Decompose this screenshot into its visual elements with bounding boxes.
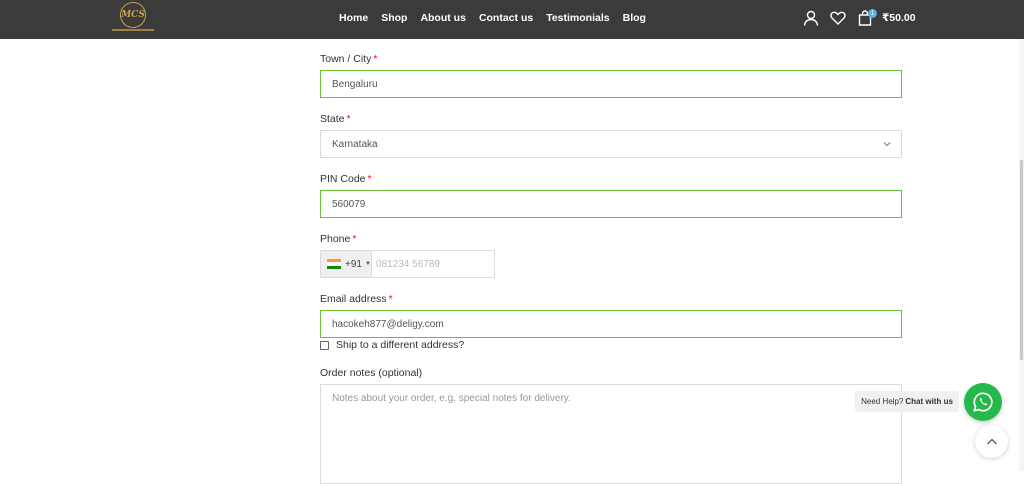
email-label-text: Email address [320, 293, 387, 305]
ship-different-row[interactable]: Ship to a different address? [320, 339, 464, 351]
caret-down-icon: ▼ [364, 261, 371, 267]
nav-contact[interactable]: Contact us [479, 12, 533, 24]
city-label: Town / City * [320, 53, 377, 65]
cart-total[interactable]: ₹50.00 [882, 12, 916, 24]
ship-different-label[interactable]: Ship to a different address? [336, 339, 464, 351]
heart-icon[interactable] [830, 10, 846, 26]
notes-label: Order notes (optional) [320, 367, 423, 379]
phone-label: Phone * [320, 233, 356, 245]
india-flag-icon [327, 259, 341, 269]
site-logo[interactable]: MCS [112, 2, 154, 35]
cart-count-badge: 1 [868, 9, 877, 18]
scroll-to-top-button[interactable] [975, 425, 1008, 458]
ship-different-checkbox[interactable] [320, 340, 329, 350]
nav-about[interactable]: About us [420, 12, 466, 24]
state-select[interactable]: Karnataka [320, 130, 902, 158]
main-nav: Home Shop About us Contact us Testimonia… [339, 12, 659, 24]
pin-input[interactable]: 560079 [320, 190, 902, 218]
phone-input[interactable]: 081234 56789 [372, 259, 440, 270]
scrollbar-thumb[interactable] [1020, 160, 1023, 360]
pin-label: PIN Code * [320, 173, 372, 185]
state-label: State * [320, 113, 351, 125]
whatsapp-icon [973, 392, 993, 412]
chevron-down-icon [883, 142, 891, 147]
city-input[interactable]: Bengaluru [320, 70, 902, 98]
required-mark: * [388, 293, 393, 305]
nav-testimonials[interactable]: Testimonials [546, 12, 609, 24]
country-code-dropdown[interactable]: +91 ▼ [321, 251, 372, 277]
email-input[interactable]: hacokeh877@deligy.com [320, 310, 902, 338]
required-mark: * [346, 113, 351, 125]
phone-label-text: Phone [320, 233, 351, 245]
nav-shop[interactable]: Shop [381, 12, 407, 24]
country-code: +91 [345, 258, 362, 270]
pin-label-text: PIN Code [320, 173, 366, 185]
state-label-text: State [320, 113, 345, 125]
whatsapp-button[interactable] [964, 383, 1002, 421]
nav-home[interactable]: Home [339, 12, 368, 24]
chat-help-bubble[interactable]: Need Help? Chat with us [855, 391, 959, 412]
site-header: MCS Home Shop About us Contact us Testim… [0, 0, 1024, 39]
nav-blog[interactable]: Blog [623, 12, 646, 24]
chat-with-us-link[interactable]: Chat with us [905, 397, 953, 406]
required-mark: * [367, 173, 372, 185]
required-mark: * [352, 233, 357, 245]
chevron-up-icon [986, 438, 997, 444]
user-icon[interactable] [803, 10, 819, 26]
city-label-text: Town / City [320, 53, 372, 65]
logo-tagline [112, 29, 154, 31]
logo-mark: MCS [120, 2, 146, 28]
state-select-value: Karnataka [332, 138, 378, 150]
email-label: Email address * [320, 293, 393, 305]
phone-field: +91 ▼ 081234 56789 [320, 250, 495, 278]
help-prefix: Need Help? [861, 397, 904, 406]
order-notes-textarea[interactable]: Notes about your order, e.g. special not… [320, 384, 902, 484]
required-mark: * [373, 53, 378, 65]
